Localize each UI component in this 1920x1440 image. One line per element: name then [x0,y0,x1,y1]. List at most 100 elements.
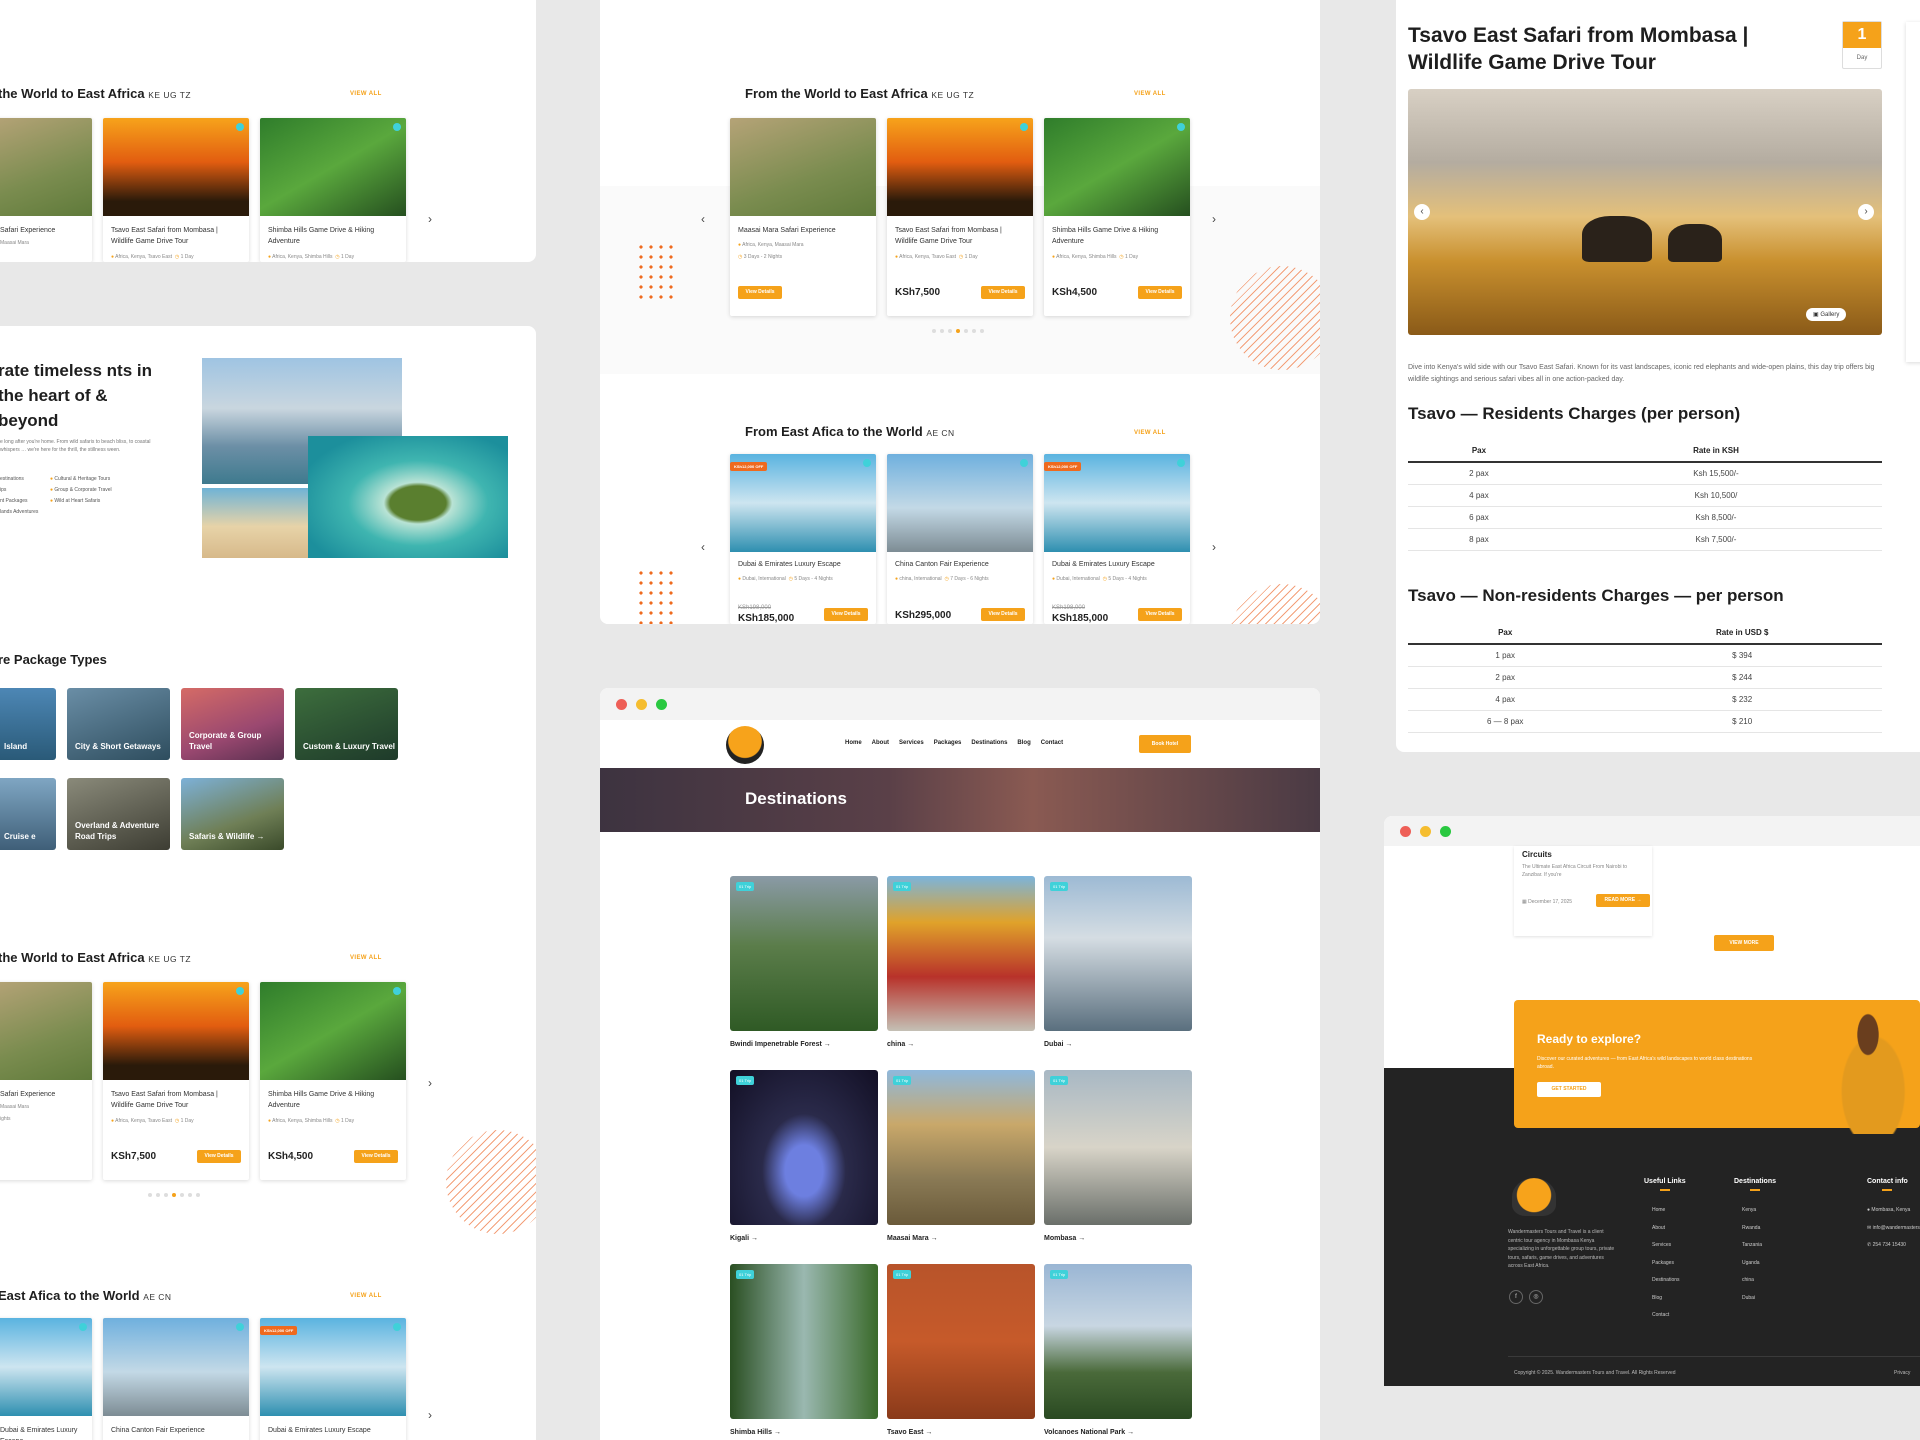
footer-link[interactable]: Home [1652,1202,1680,1220]
destination-card[interactable]: 01 Trip [1044,1070,1192,1225]
view-details-button[interactable]: View Details [197,1150,241,1163]
destination-name[interactable]: Bwindi Impenetrable Forest → [730,1041,831,1048]
view-details-button[interactable]: View Details [981,286,1025,299]
view-details-button[interactable]: View Details [738,286,782,299]
site-logo[interactable] [726,726,764,764]
view-all-link[interactable]: VIEW ALL [1134,430,1166,436]
destination-card[interactable]: 01 Trip [730,876,878,1031]
view-details-button[interactable]: View Details [1138,608,1182,621]
view-details-button[interactable]: View Details [981,608,1025,621]
minimize-window-icon[interactable] [636,699,647,710]
nav-destinations[interactable]: Destinations [971,740,1007,746]
footer-link[interactable]: china [1742,1272,1762,1290]
footer-link[interactable]: Rwanda [1742,1220,1762,1238]
footer-link[interactable]: About [1652,1220,1680,1238]
destination-card[interactable]: 01 Trip [887,1070,1035,1225]
chevron-right-icon[interactable]: › [1212,212,1216,226]
privacy-link[interactable]: Privacy [1894,1370,1910,1376]
footer-link[interactable]: Contact [1652,1307,1680,1325]
nav-contact[interactable]: Contact [1041,740,1063,746]
nav-services[interactable]: Services [899,740,924,746]
maximize-window-icon[interactable] [1440,826,1451,837]
carousel-dots[interactable] [930,320,986,338]
chevron-left-icon[interactable]: ‹ [701,540,705,554]
tour-card[interactable]: Safari Experience Maasai Mara ights [0,982,92,1180]
view-all-link[interactable]: VIEW ALL [1134,91,1166,97]
destination-card[interactable]: 01 Trip [887,1264,1035,1419]
view-details-button[interactable]: View Details [824,608,868,621]
destination-name[interactable]: Mombasa → [1044,1235,1085,1242]
instagram-icon[interactable]: ◎ [1529,1290,1543,1304]
destination-card[interactable]: 01 Trip [1044,1264,1192,1419]
tour-card[interactable]: Tsavo East Safari from Mombasa | Wildlif… [103,118,249,262]
footer-link[interactable]: Kenya [1742,1202,1762,1220]
tour-card[interactable]: China Canton Fair Experience [103,1318,249,1440]
chevron-right-icon[interactable]: › [428,212,432,226]
destination-name[interactable]: Volcanoes National Park → [1044,1429,1134,1436]
facebook-icon[interactable]: f [1509,1290,1523,1304]
maximize-window-icon[interactable] [656,699,667,710]
nav-packages[interactable]: Packages [934,740,962,746]
gallery-button[interactable]: ▣ Gallery [1806,308,1847,321]
package-type-safaris[interactable]: Safaris & Wildlife → [181,778,284,850]
destination-name[interactable]: Tsavo East → [887,1429,932,1436]
chevron-right-icon[interactable]: › [1212,540,1216,554]
destination-card[interactable]: 01 Trip [887,876,1035,1031]
chevron-right-icon[interactable]: › [428,1076,432,1090]
tour-card[interactable]: Shimba Hills Game Drive & Hiking Adventu… [260,118,406,262]
chevron-right-icon[interactable]: › [428,1408,432,1422]
tour-card[interactable]: Shimba Hills Game Drive & Hiking Adventu… [260,982,406,1180]
tour-card[interactable]: Tsavo East Safari from Mombasa | Wildlif… [103,982,249,1180]
footer-link[interactable]: Services [1652,1237,1680,1255]
destination-card[interactable]: 01 Trip [730,1264,878,1419]
view-details-button[interactable]: View Details [1138,286,1182,299]
carousel-dots[interactable] [146,1184,202,1202]
package-type-island[interactable]: Island [0,688,56,760]
footer-logo[interactable] [1512,1178,1556,1216]
tour-card[interactable]: Safari Experience Maasai Mara [0,118,92,262]
tour-card[interactable]: KSh12,000 OFF Dubai & Emirates Luxury Es… [730,454,876,624]
minimize-window-icon[interactable] [1420,826,1431,837]
destination-name[interactable]: china → [887,1041,914,1048]
book-hotel-button[interactable]: Book Hotel [1139,735,1191,753]
chevron-right-icon[interactable]: › [1858,204,1874,220]
tour-card[interactable]: Dubai & Emirates Luxury Escape [0,1318,92,1440]
blog-card[interactable]: Circuits The Ultimate East Africa Circui… [1514,846,1652,936]
tour-card[interactable]: KSh12,000 OFF Dubai & Emirates Luxury Es… [260,1318,406,1440]
tour-card[interactable]: China Canton Fair Experience ● china, In… [887,454,1033,624]
tour-card[interactable]: Shimba Hills Game Drive & Hiking Adventu… [1044,118,1190,316]
tour-card[interactable]: Tsavo East Safari from Mombasa | Wildlif… [887,118,1033,316]
view-all-link[interactable]: VIEW ALL [350,91,382,97]
destination-name[interactable]: Kigali → [730,1235,758,1242]
footer-link[interactable]: Destinations [1652,1272,1680,1290]
package-type-custom[interactable]: Custom & Luxury Travel [295,688,398,760]
nav-about[interactable]: About [872,740,889,746]
nav-blog[interactable]: Blog [1017,740,1030,746]
destination-name[interactable]: Dubai → [1044,1041,1072,1048]
package-type-cruise[interactable]: Cruise e [0,778,56,850]
destination-card[interactable]: 01 Trip [1044,876,1192,1031]
package-type-overland[interactable]: Overland & Adventure Road Trips [67,778,170,850]
destination-name[interactable]: Maasai Mara → [887,1235,938,1242]
footer-link[interactable]: Blog [1652,1290,1680,1308]
tour-card[interactable]: Maasai Mara Safari Experience ● Africa, … [730,118,876,316]
view-all-link[interactable]: VIEW ALL [350,955,382,961]
chevron-left-icon[interactable]: ‹ [701,212,705,226]
view-all-link[interactable]: VIEW ALL [350,1293,382,1299]
view-more-button[interactable]: VIEW MORE [1714,935,1774,951]
view-details-button[interactable]: View Details [354,1150,398,1163]
footer-link[interactable]: Packages [1652,1255,1680,1273]
destination-card[interactable]: 01 Trip [730,1070,878,1225]
close-window-icon[interactable] [616,699,627,710]
package-type-corporate[interactable]: Corporate & Group Travel [181,688,284,760]
package-type-city[interactable]: City & Short Getaways [67,688,170,760]
nav-home[interactable]: Home [845,740,862,746]
read-more-button[interactable]: READ MORE → [1596,894,1650,907]
footer-link[interactable]: Dubai [1742,1290,1762,1308]
destination-name[interactable]: Shimba Hills → [730,1429,781,1436]
chevron-left-icon[interactable]: ‹ [1414,204,1430,220]
get-started-button[interactable]: GET STARTED [1537,1082,1601,1097]
footer-link[interactable]: Uganda [1742,1255,1762,1273]
tour-card[interactable]: KSh12,000 OFF Dubai & Emirates Luxury Es… [1044,454,1190,624]
footer-link[interactable]: Tanzania [1742,1237,1762,1255]
